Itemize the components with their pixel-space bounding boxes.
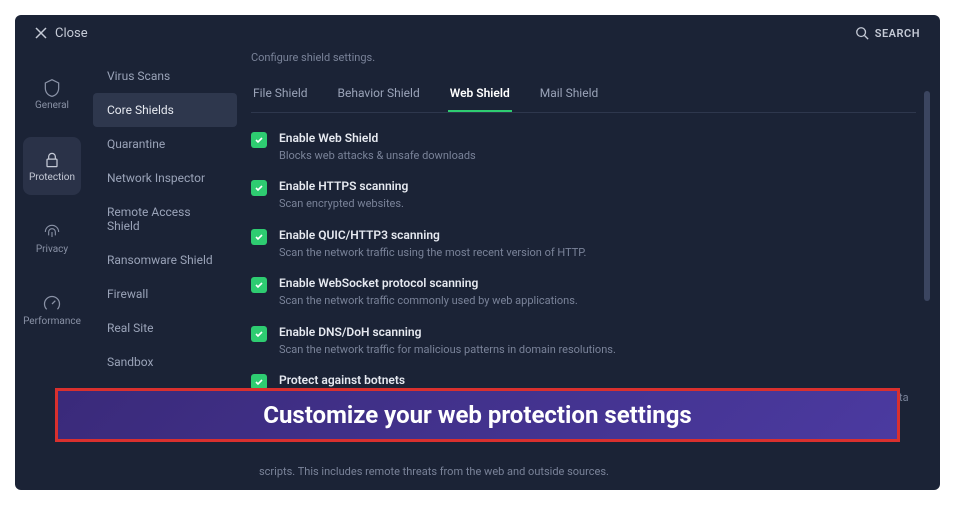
menu-firewall[interactable]: Firewall bbox=[93, 277, 237, 311]
lock-icon bbox=[42, 150, 62, 170]
setting-desc: Scan the network traffic commonly used b… bbox=[279, 293, 916, 308]
truncated-row-text: scripts. This includes remote threats fr… bbox=[259, 465, 609, 478]
tabs-bar: File Shield Behavior Shield Web Shield M… bbox=[251, 78, 916, 113]
checkbox-https[interactable] bbox=[251, 180, 267, 196]
checkbox-quic[interactable] bbox=[251, 229, 267, 245]
tab-mail-shield[interactable]: Mail Shield bbox=[538, 78, 601, 112]
check-icon bbox=[254, 329, 264, 339]
setting-title: Enable DNS/DoH scanning bbox=[279, 325, 916, 339]
search-button[interactable]: SEARCH bbox=[855, 26, 920, 40]
setting-title: Enable QUIC/HTTP3 scanning bbox=[279, 228, 916, 242]
setting-desc: Scan encrypted websites. bbox=[279, 196, 916, 211]
nav-performance[interactable]: Performance bbox=[23, 281, 81, 339]
scrollbar-track[interactable] bbox=[924, 91, 930, 480]
setting-desc: Scan the network traffic using the most … bbox=[279, 245, 916, 260]
close-icon bbox=[35, 27, 47, 39]
checkbox-dns[interactable] bbox=[251, 326, 267, 342]
checkbox-websocket[interactable] bbox=[251, 277, 267, 293]
setting-enable-web-shield: Enable Web Shield Blocks web attacks & u… bbox=[251, 131, 916, 163]
menu-sandbox[interactable]: Sandbox bbox=[93, 345, 237, 379]
nav-protection-label: Protection bbox=[29, 172, 75, 183]
nav-general[interactable]: General bbox=[23, 65, 81, 123]
setting-title: Enable HTTPS scanning bbox=[279, 179, 916, 193]
setting-title: Enable WebSocket protocol scanning bbox=[279, 276, 916, 290]
menu-core-shields[interactable]: Core Shields bbox=[93, 93, 237, 127]
tab-file-shield[interactable]: File Shield bbox=[251, 78, 310, 112]
setting-desc: Blocks web attacks & unsafe downloads bbox=[279, 148, 916, 163]
setting-title: Protect against botnets bbox=[279, 373, 916, 387]
tab-web-shield[interactable]: Web Shield bbox=[448, 78, 512, 112]
menu-virus-scans[interactable]: Virus Scans bbox=[93, 59, 237, 93]
close-label: Close bbox=[55, 26, 88, 41]
check-icon bbox=[254, 135, 264, 145]
setting-enable-https: Enable HTTPS scanning Scan encrypted web… bbox=[251, 179, 916, 211]
search-label: SEARCH bbox=[875, 27, 920, 40]
scrollbar-thumb[interactable] bbox=[924, 91, 930, 301]
nav-privacy-label: Privacy bbox=[36, 244, 68, 255]
setting-enable-quic: Enable QUIC/HTTP3 scanning Scan the netw… bbox=[251, 228, 916, 260]
annotation-banner: Customize your web protection settings bbox=[55, 388, 900, 442]
menu-remote-access-shield[interactable]: Remote Access Shield bbox=[93, 195, 237, 243]
setting-title: Enable Web Shield bbox=[279, 131, 916, 145]
setting-enable-websocket: Enable WebSocket protocol scanning Scan … bbox=[251, 276, 916, 308]
menu-real-site[interactable]: Real Site bbox=[93, 311, 237, 345]
menu-quarantine[interactable]: Quarantine bbox=[93, 127, 237, 161]
check-icon bbox=[254, 232, 264, 242]
check-icon bbox=[254, 183, 264, 193]
nav-general-label: General bbox=[35, 100, 69, 111]
shield-icon bbox=[42, 78, 62, 98]
titlebar: Close SEARCH bbox=[15, 15, 940, 51]
menu-ransomware-shield[interactable]: Ransomware Shield bbox=[93, 243, 237, 277]
setting-desc: Scan the network traffic for malicious p… bbox=[279, 342, 916, 357]
checkbox-web-shield[interactable] bbox=[251, 132, 267, 148]
content-subtitle: Configure shield settings. bbox=[251, 51, 916, 64]
setting-enable-dns: Enable DNS/DoH scanning Scan the network… bbox=[251, 325, 916, 357]
menu-network-inspector[interactable]: Network Inspector bbox=[93, 161, 237, 195]
gauge-icon bbox=[42, 294, 62, 314]
banner-text: Customize your web protection settings bbox=[263, 401, 692, 429]
tab-behavior-shield[interactable]: Behavior Shield bbox=[336, 78, 422, 112]
fingerprint-icon bbox=[42, 222, 62, 242]
close-button[interactable]: Close bbox=[35, 26, 88, 41]
app-window: Close SEARCH General Protection Privacy … bbox=[15, 15, 940, 490]
nav-privacy[interactable]: Privacy bbox=[23, 209, 81, 267]
check-icon bbox=[254, 377, 264, 387]
check-icon bbox=[254, 280, 264, 290]
nav-performance-label: Performance bbox=[23, 316, 81, 327]
nav-protection[interactable]: Protection bbox=[23, 137, 81, 195]
search-icon bbox=[855, 26, 869, 40]
